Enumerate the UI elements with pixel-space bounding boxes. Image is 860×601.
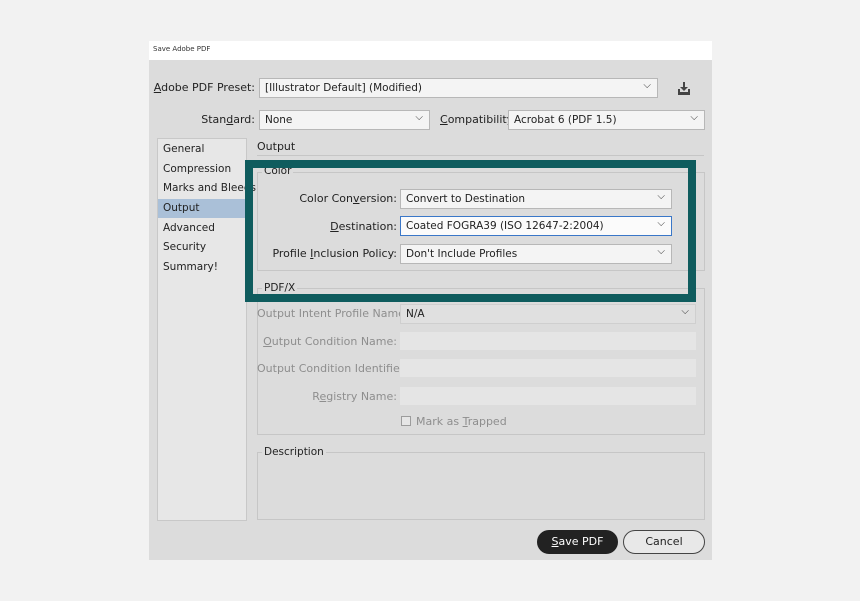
standard-select[interactable]: None ⌵ — [259, 110, 430, 130]
preset-value: [Illustrator Default] (Modified) — [265, 82, 423, 94]
condition-name-label: Output Condition Name: — [263, 335, 397, 348]
title-bar: Save Adobe PDF — [149, 41, 712, 60]
compatibility-value: Acrobat 6 (PDF 1.5) — [514, 114, 617, 126]
compatibility-select[interactable]: Acrobat 6 (PDF 1.5) ⌵ — [508, 110, 705, 130]
registry-name-field[interactable] — [400, 387, 696, 405]
save-pdf-button[interactable]: Save PDF — [537, 530, 618, 554]
panel-divider — [257, 155, 704, 156]
registry-name-label: Registry Name: — [312, 390, 397, 403]
window-title: Save Adobe PDF — [153, 45, 211, 53]
chevron-down-icon: ⌵ — [681, 306, 689, 317]
highlight-frame — [245, 160, 696, 302]
description-group — [257, 452, 705, 520]
sidebar-item-output[interactable]: Output — [158, 199, 246, 218]
save-preset-icon[interactable] — [676, 81, 692, 97]
category-list: General Compression Marks and Bleeds Out… — [157, 138, 256, 521]
trapped-label: Mark as Trapped — [416, 415, 507, 428]
output-intent-label: Output Intent Profile Name: — [257, 307, 409, 320]
sidebar-item-advanced[interactable]: Advanced — [158, 219, 254, 238]
cancel-button[interactable]: Cancel — [623, 530, 705, 554]
panel-title: Output — [257, 140, 296, 153]
description-group-legend: Description — [262, 446, 326, 458]
sidebar-item-security[interactable]: Security — [158, 238, 254, 257]
standard-label: Standard: — [201, 113, 255, 126]
chevron-down-icon: ⌵ — [643, 80, 651, 91]
sidebar-item-compression[interactable]: Compression — [158, 160, 254, 179]
output-intent-select[interactable]: N/A ⌵ — [400, 304, 696, 324]
condition-identifier-field[interactable] — [400, 359, 696, 377]
compatibility-label: Compatibility: — [440, 113, 517, 126]
sidebar-item-summary[interactable]: Summary! — [158, 258, 254, 277]
preset-label: Adobe PDF Preset: — [153, 81, 255, 94]
standard-value: None — [265, 114, 293, 126]
trapped-checkbox[interactable] — [401, 416, 411, 426]
sidebar-item-general[interactable]: General — [158, 140, 254, 159]
condition-name-field[interactable] — [400, 332, 696, 350]
condition-identifier-label: Output Condition Identifier: — [257, 362, 408, 375]
chevron-down-icon: ⌵ — [690, 112, 698, 123]
output-intent-value: N/A — [406, 308, 425, 320]
sidebar-item-marks-and-bleeds[interactable]: Marks and Bleeds — [158, 179, 256, 198]
preset-select[interactable]: [Illustrator Default] (Modified) ⌵ — [259, 78, 658, 98]
chevron-down-icon: ⌵ — [415, 112, 423, 123]
